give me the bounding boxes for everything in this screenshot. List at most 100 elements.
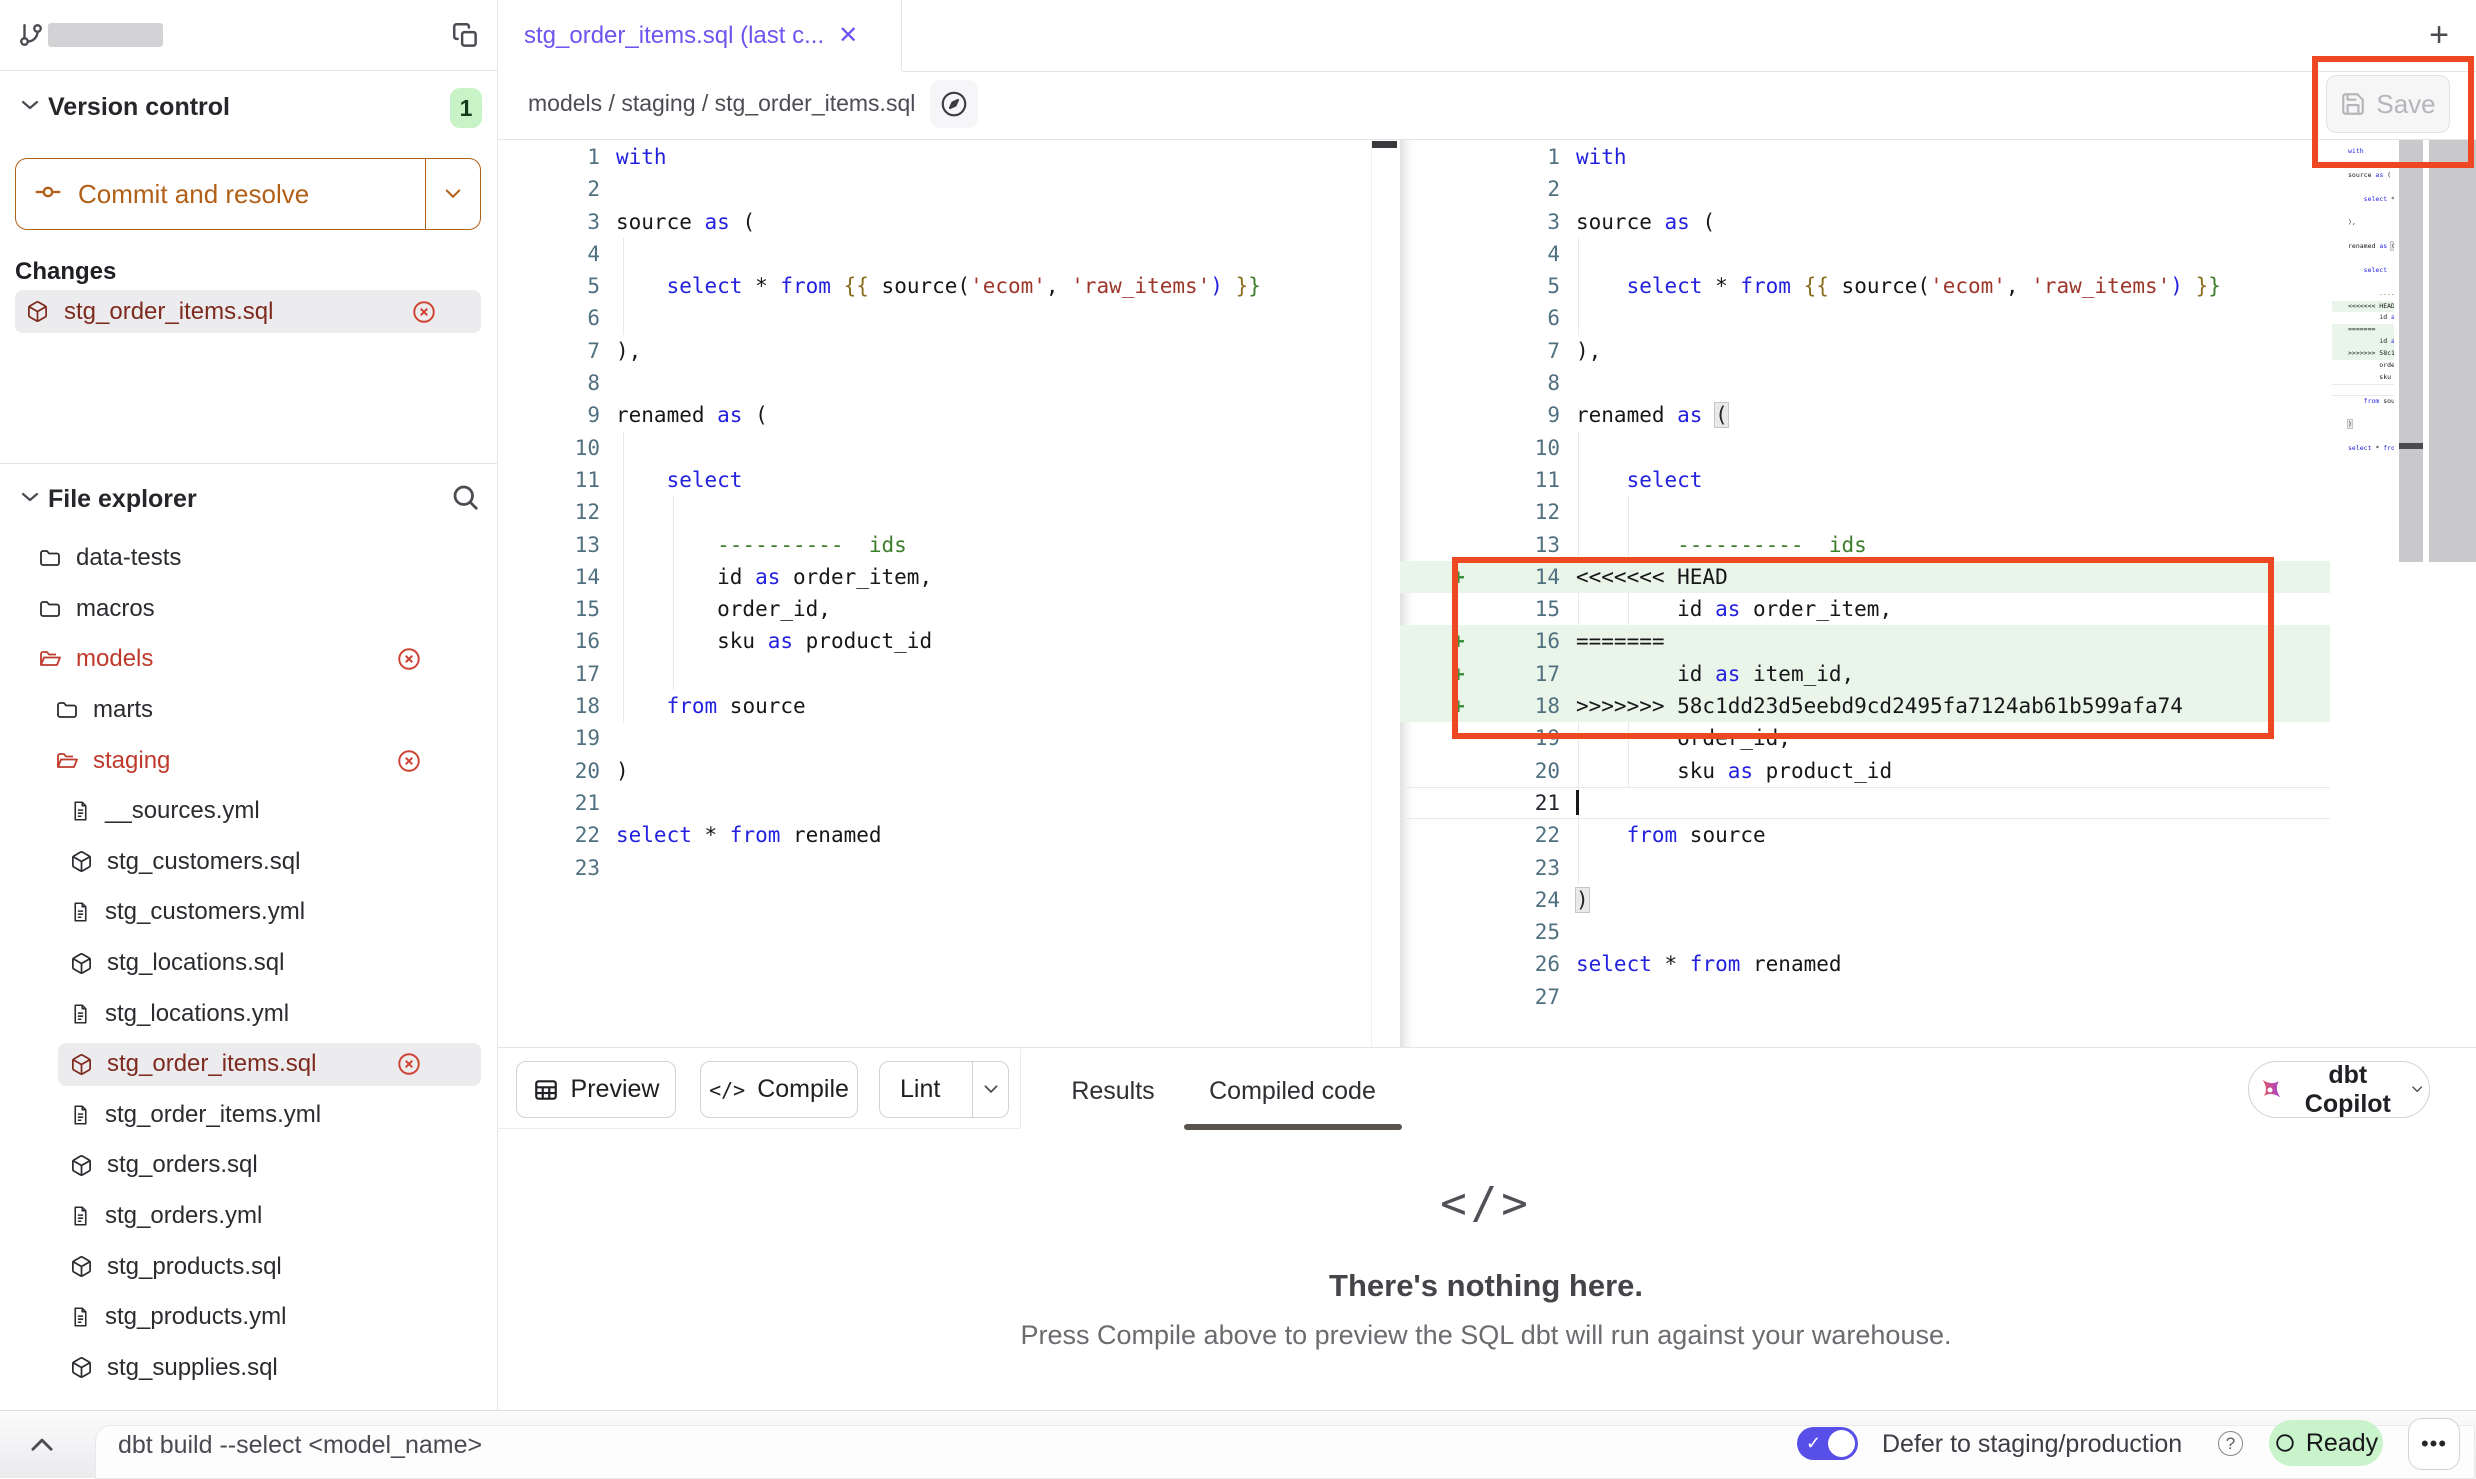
search-icon[interactable] <box>450 482 480 517</box>
lineage-icon[interactable] <box>930 80 978 128</box>
code-line-11[interactable]: 11 select <box>498 464 1372 496</box>
file-item-stg_products.yml[interactable]: stg_products.yml <box>0 1292 497 1343</box>
code-line-22[interactable]: 22 from source <box>1400 819 2330 851</box>
discard-icon[interactable] <box>396 646 422 672</box>
code-line-3[interactable]: 3source as ( <box>498 206 1372 238</box>
code-line-4[interactable]: 4 <box>498 238 1372 270</box>
help-icon[interactable]: ? <box>2218 1431 2243 1456</box>
chevron-up-icon[interactable] <box>22 1429 62 1461</box>
code-line-4[interactable]: 4 <box>1400 238 2330 270</box>
file-item-stg_customers.sql[interactable]: stg_customers.sql <box>0 837 497 888</box>
code-line-23[interactable]: 23 <box>1400 852 2330 884</box>
code-line-14[interactable]: 14 id as order_item, <box>498 561 1372 593</box>
code-line-16[interactable]: +16======= <box>1400 625 2330 657</box>
file-item-stg_orders.sql[interactable]: stg_orders.sql <box>0 1140 497 1191</box>
tab-results[interactable]: Results <box>1063 1075 1163 1107</box>
version-control-chevron-icon[interactable] <box>20 98 40 117</box>
code-line-1[interactable]: 1with <box>1400 141 2330 173</box>
file-item-stg_order_items.sql[interactable]: stg_order_items.sql <box>0 1039 497 1090</box>
file-item-stg_order_items.yml[interactable]: stg_order_items.yml <box>0 1090 497 1141</box>
code-line-3[interactable]: 3source as ( <box>1400 206 2330 238</box>
code-line-15[interactable]: 15 order_id, <box>498 593 1372 625</box>
compile-button[interactable]: </> Compile <box>700 1061 858 1118</box>
code-line-11[interactable]: 11 select <box>1400 464 2330 496</box>
file-item-stg_orders.yml[interactable]: stg_orders.yml <box>0 1191 497 1242</box>
copy-icon[interactable] <box>452 22 479 54</box>
code-line-6[interactable]: 6 <box>498 302 1372 334</box>
code-line-10[interactable]: 10 <box>1400 432 2330 464</box>
code-line-12[interactable]: 12 <box>1400 496 2330 528</box>
code-line-23[interactable]: 23 <box>498 852 1372 884</box>
tab-compiled-code[interactable]: Compiled code <box>1205 1075 1380 1107</box>
file-item-staging[interactable]: staging <box>0 735 497 786</box>
preview-button[interactable]: Preview <box>516 1061 676 1118</box>
minimap-scrollbar[interactable] <box>2399 140 2423 562</box>
new-tab-button[interactable]: + <box>2416 12 2462 58</box>
code-line-22[interactable]: 22select * from renamed <box>498 819 1372 851</box>
file-item-__sources.yml[interactable]: __sources.yml <box>0 786 497 837</box>
file-item-stg_locations.sql[interactable]: stg_locations.sql <box>0 938 497 989</box>
code-line-27[interactable]: 27 <box>1400 981 2330 1013</box>
code-line-14[interactable]: +14<<<<<<< HEAD <box>1400 561 2330 593</box>
left-editor-scrollbar-thumb[interactable] <box>1372 141 1397 148</box>
code-line-7[interactable]: 7), <box>498 335 1372 367</box>
commit-and-resolve-button[interactable]: Commit and resolve <box>15 158 481 230</box>
code-line-5[interactable]: 5 select * from {{ source('ecom', 'raw_i… <box>1400 270 2330 302</box>
code-line-26[interactable]: 26select * from renamed <box>1400 948 2330 980</box>
file-item-macros[interactable]: macros <box>0 584 497 635</box>
code-line-17[interactable]: +17 id as item_id, <box>1400 658 2330 690</box>
code-line-12[interactable]: 12 <box>498 496 1372 528</box>
scrollbar-thumb[interactable] <box>2399 443 2423 449</box>
code-line-1[interactable]: 1with <box>498 141 1372 173</box>
code-line-8[interactable]: 8 <box>1400 367 2330 399</box>
code-line-10[interactable]: 10 <box>498 432 1372 464</box>
code-line-19[interactable]: 19 <box>498 722 1372 754</box>
tab-close-icon[interactable]: ✕ <box>838 21 858 50</box>
editor-scrollbar[interactable] <box>2429 140 2476 562</box>
code-line-21[interactable]: 21 <box>1400 787 2330 819</box>
discard-icon[interactable] <box>396 748 422 774</box>
code-line-17[interactable]: 17 <box>498 658 1372 690</box>
file-item-models[interactable]: models <box>0 634 497 685</box>
save-button[interactable]: Save <box>2326 75 2450 133</box>
code-line-21[interactable]: 21 <box>498 787 1372 819</box>
discard-change-icon[interactable] <box>411 299 437 325</box>
discard-icon[interactable] <box>396 1051 422 1077</box>
code-line-20[interactable]: 20) <box>498 755 1372 787</box>
code-line-13[interactable]: 13 ---------- ids <box>1400 529 2330 561</box>
command-input[interactable]: dbt build --select <model_name> <box>118 1431 482 1460</box>
file-item-data-tests[interactable]: data-tests <box>0 533 497 584</box>
code-line-25[interactable]: 25 <box>1400 916 2330 948</box>
code-line-24[interactable]: 24) <box>1400 884 2330 916</box>
code-line-15[interactable]: 15 id as order_item, <box>1400 593 2330 625</box>
file-item-stg_supplies.sql[interactable]: stg_supplies.sql <box>0 1343 497 1394</box>
code-line-18[interactable]: 18 from source <box>498 690 1372 722</box>
tab-stg-order-items[interactable]: stg_order_items.sql (last c... ✕ <box>498 0 902 71</box>
code-line-16[interactable]: 16 sku as product_id <box>498 625 1372 657</box>
code-line-7[interactable]: 7), <box>1400 335 2330 367</box>
commit-dropdown-button[interactable] <box>425 159 480 229</box>
code-line-5[interactable]: 5 select * from {{ source('ecom', 'raw_i… <box>498 270 1372 302</box>
file-item-stg_locations.yml[interactable]: stg_locations.yml <box>0 988 497 1039</box>
code-line-8[interactable]: 8 <box>498 367 1372 399</box>
code-line-2[interactable]: 2 <box>1400 173 2330 205</box>
lint-dropdown-icon[interactable] <box>972 1062 1008 1117</box>
file-explorer-chevron-icon[interactable] <box>20 490 40 509</box>
lint-button[interactable]: Lint <box>879 1061 1009 1118</box>
defer-toggle[interactable]: ✓ <box>1797 1427 1858 1460</box>
code-line-6[interactable]: 6 <box>1400 302 2330 334</box>
file-item-stg_products.sql[interactable]: stg_products.sql <box>0 1241 497 1292</box>
file-item-stg_customers.yml[interactable]: stg_customers.yml <box>0 887 497 938</box>
code-line-9[interactable]: 9renamed as ( <box>498 399 1372 431</box>
code-line-2[interactable]: 2 <box>498 173 1372 205</box>
editor-left-pane[interactable]: 1with23source as (45 select * from {{ so… <box>498 140 1372 1048</box>
code-line-19[interactable]: 19 order_id, <box>1400 722 2330 754</box>
code-line-20[interactable]: 20 sku as product_id <box>1400 755 2330 787</box>
code-line-18[interactable]: +18>>>>>>> 58c1dd23d5eebd9cd2495fa7124ab… <box>1400 690 2330 722</box>
code-line-13[interactable]: 13 ---------- ids <box>498 529 1372 561</box>
changed-file-item[interactable]: stg_order_items.sql <box>15 290 481 333</box>
code-line-9[interactable]: 9renamed as ( <box>1400 399 2330 431</box>
dbt-copilot-button[interactable]: dbt Copilot <box>2248 1061 2430 1118</box>
more-options-button[interactable]: ••• <box>2408 1418 2460 1470</box>
file-item-marts[interactable]: marts <box>0 685 497 736</box>
